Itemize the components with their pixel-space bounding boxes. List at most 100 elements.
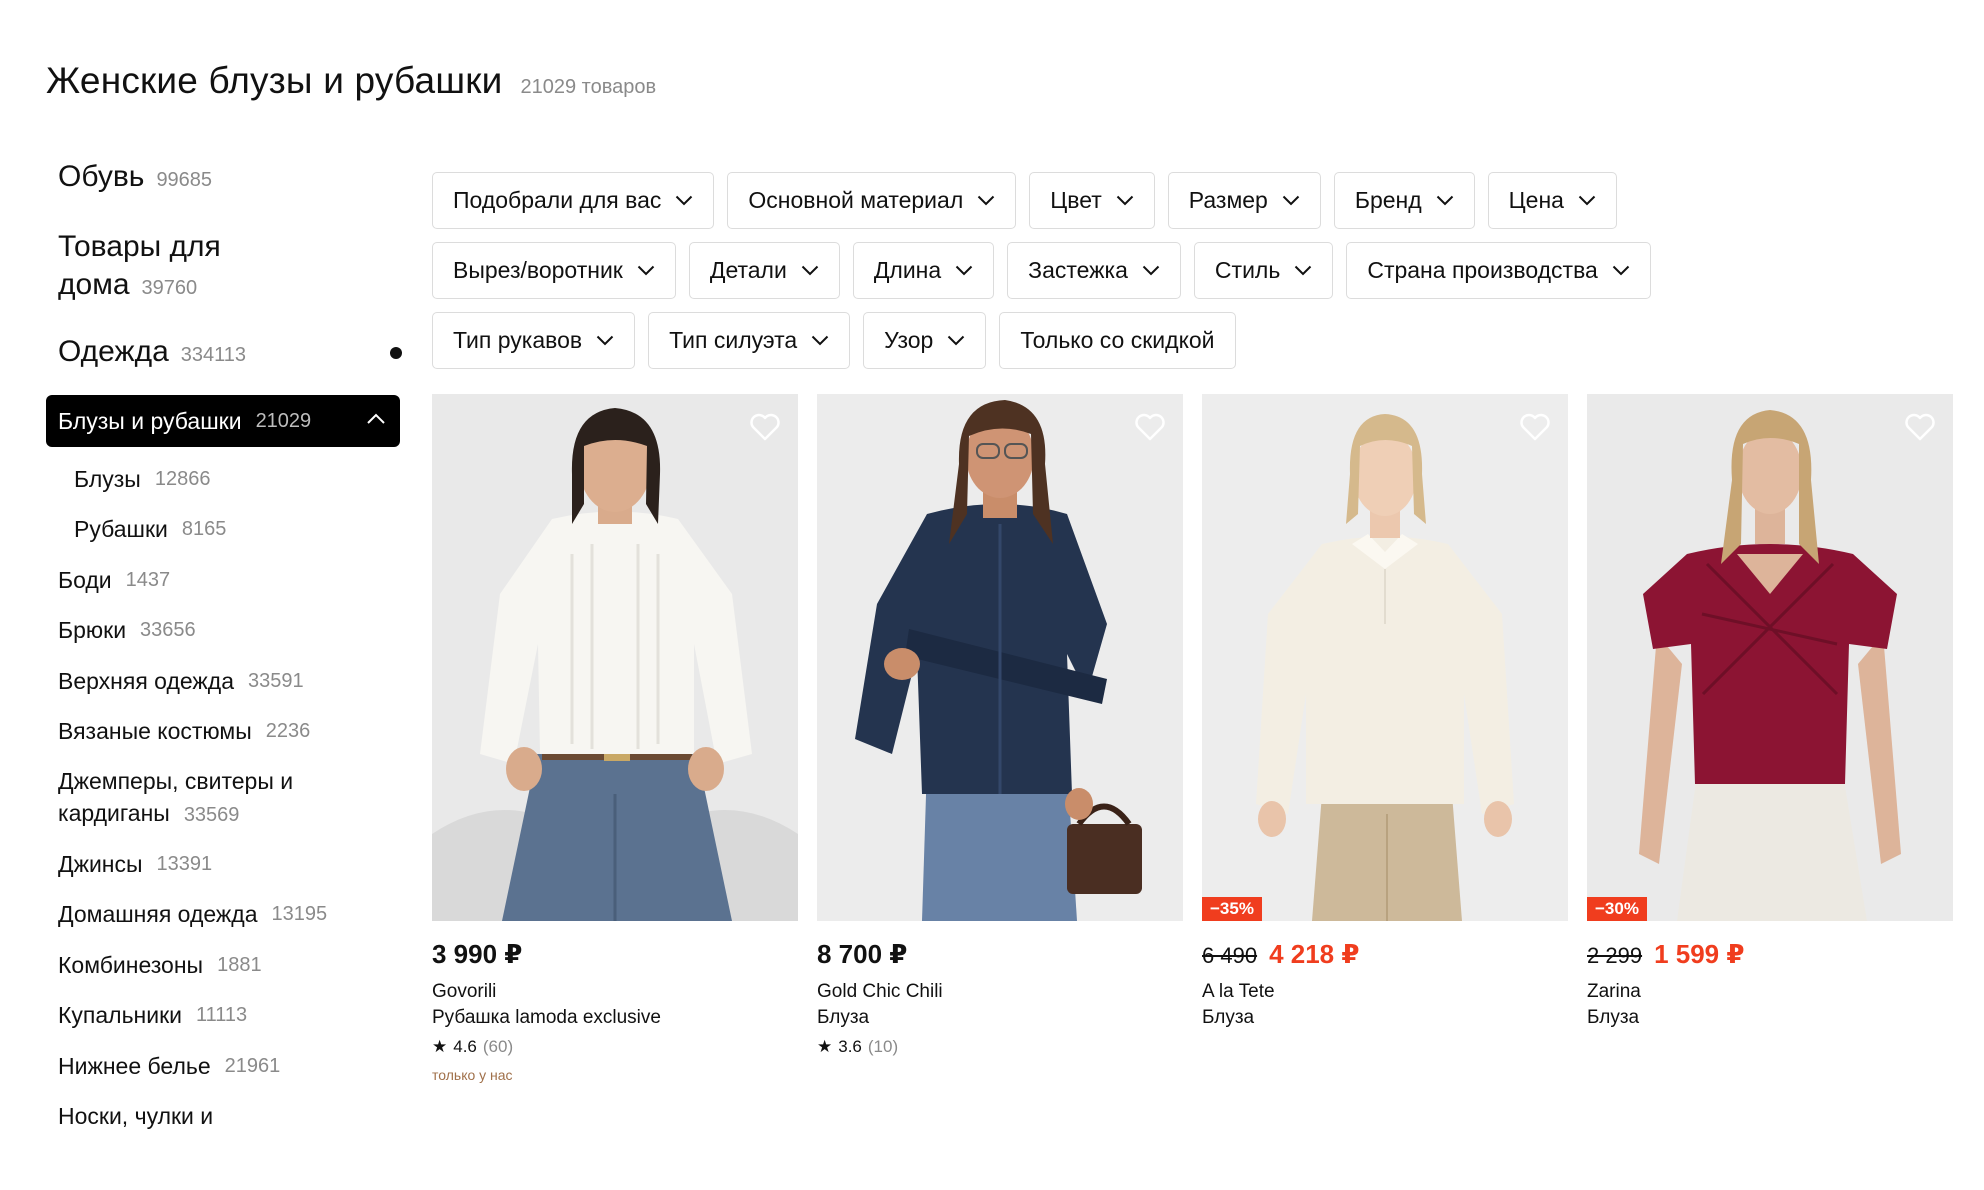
filter-silhouette[interactable]: Тип силуэта <box>648 312 851 369</box>
rating-value: 4.6 <box>453 1037 477 1056</box>
category-label: Обувь <box>58 160 145 193</box>
filter-discount-only[interactable]: Только со скидкой <box>999 312 1236 369</box>
category-label: Купальники <box>58 1002 183 1029</box>
category-label: Джемперы, свитеры и кардиганы <box>58 768 294 826</box>
favorite-heart-icon[interactable] <box>748 410 782 444</box>
product-image[interactable] <box>432 394 798 921</box>
product-type: Блуза <box>1202 1007 1255 1028</box>
filter-sleeve-type[interactable]: Тип рукавов <box>432 312 636 369</box>
sidebar-item-homewear[interactable]: Домашняя одежда 13195 <box>46 890 402 941</box>
sidebar-item-swimwear[interactable]: Купальники 11113 <box>46 991 402 1042</box>
category-clothes[interactable]: Одежда 334113 <box>58 333 402 374</box>
price: 8 700 ₽ <box>817 939 908 969</box>
filter-fastener[interactable]: Застежка <box>1007 242 1181 299</box>
category-label: Комбинезоны <box>58 951 204 978</box>
filter-label: Цена <box>1508 187 1564 213</box>
filter-recommended[interactable]: Подобрали для вас <box>432 172 715 229</box>
filter-label: Подобрали для вас <box>453 187 662 213</box>
category-label: Джинсы <box>58 850 143 877</box>
sidebar-item-knit-suits[interactable]: Вязаные костюмы 2236 <box>46 707 402 758</box>
filter-size[interactable]: Размер <box>1167 172 1321 229</box>
category-label: Верхняя одежда <box>58 667 235 694</box>
category-count: 334113 <box>180 344 247 366</box>
filter-material[interactable]: Основной материал <box>727 172 1017 229</box>
product-count: 21029 товаров <box>520 76 657 98</box>
chevron-down-icon <box>948 335 965 346</box>
active-indicator-dot <box>390 347 402 359</box>
product-type: Рубашка lamoda exclusive <box>432 1007 661 1028</box>
brand-name: Zarina <box>1587 981 1641 1002</box>
product-card[interactable]: 3 990 ₽ Govorili Рубашка lamoda exclusiv… <box>432 394 798 1083</box>
rating: ★ 3.6 (10) <box>817 1037 1183 1057</box>
filter-label: Только со скидкой <box>1020 327 1215 353</box>
discount-badge: −30% <box>1587 897 1647 921</box>
product-type: Блуза <box>1587 1007 1640 1028</box>
sidebar-item-jumpers[interactable]: Джемперы, свитеры и кардиганы 33569 <box>46 757 402 839</box>
filter-length[interactable]: Длина <box>852 242 995 299</box>
sale-price: 1 599 ₽ <box>1654 939 1745 969</box>
category-count: 2236 <box>265 720 311 743</box>
brand-name: Govorili <box>432 981 497 1002</box>
product-card[interactable]: −30% 2 299 1 599 ₽ Zarina Блуза <box>1587 394 1953 1083</box>
filter-label: Длина <box>873 257 942 283</box>
category-label: Боди <box>58 566 112 593</box>
chevron-down-icon <box>1116 195 1134 206</box>
chevron-down-icon <box>978 195 995 206</box>
product-image[interactable]: −35% <box>1202 394 1568 921</box>
filter-label: Страна производства <box>1367 257 1598 283</box>
category-count: 13195 <box>271 903 328 926</box>
sidebar-item-outerwear[interactable]: Верхняя одежда 33591 <box>46 656 402 707</box>
filter-country[interactable]: Страна производства <box>1346 242 1651 299</box>
filter-row: Вырез/воротник Детали Длина Застежка Сти… <box>432 242 1952 299</box>
product-image[interactable] <box>817 394 1183 921</box>
page-header: Женские блузы и рубашки 21029 товаров <box>46 60 656 102</box>
category-label: Брюки <box>58 617 127 644</box>
filter-label: Стиль <box>1214 257 1281 283</box>
star-icon: ★ <box>432 1037 448 1056</box>
filter-price[interactable]: Цена <box>1487 172 1617 229</box>
product-photo-burgundy-top <box>1587 394 1953 921</box>
filter-label: Основной материал <box>748 187 964 213</box>
favorite-heart-icon[interactable] <box>1518 410 1552 444</box>
review-count: (10) <box>867 1037 899 1056</box>
category-blouses-shirts-active[interactable]: Блузы и рубашки 21029 <box>46 395 400 447</box>
sidebar-item-socks[interactable]: Носки, чулки и <box>46 1092 402 1143</box>
favorite-heart-icon[interactable] <box>1903 410 1937 444</box>
favorite-heart-icon[interactable] <box>1133 410 1167 444</box>
filter-neckline[interactable]: Вырез/воротник <box>432 242 676 299</box>
product-image[interactable]: −30% <box>1587 394 1953 921</box>
sidebar-item-jeans[interactable]: Джинсы 13391 <box>46 839 402 890</box>
price-row: 6 490 4 218 ₽ <box>1202 939 1568 969</box>
chevron-down-icon <box>955 265 973 276</box>
category-label: Одежда <box>58 335 169 368</box>
price-row: 8 700 ₽ <box>817 939 1183 969</box>
category-count: 8165 <box>181 518 227 541</box>
category-label: Рубашки <box>74 516 168 543</box>
category-shoes[interactable]: Обувь 99685 <box>58 158 212 199</box>
filter-bar: Подобрали для вас Основной материал Цвет… <box>432 172 1952 382</box>
product-card[interactable]: −35% 6 490 4 218 ₽ A la Tete Блуза <box>1202 394 1568 1083</box>
filter-pattern[interactable]: Узор <box>863 312 987 369</box>
sidebar-item-underwear[interactable]: Нижнее белье 21961 <box>46 1041 402 1092</box>
chevron-down-icon <box>1142 265 1160 276</box>
filter-details[interactable]: Детали <box>688 242 840 299</box>
sidebar-item-shirts[interactable]: Рубашки 8165 <box>46 505 402 556</box>
category-label: Домашняя одежда <box>58 901 258 928</box>
sidebar-item-blouses[interactable]: Блузы 12866 <box>46 454 402 505</box>
filter-style[interactable]: Стиль <box>1193 242 1334 299</box>
product-card[interactable]: 8 700 ₽ Gold Chic Chili Блуза ★ 3.6 (10) <box>817 394 1183 1083</box>
filter-label: Тип силуэта <box>669 327 798 353</box>
old-price: 6 490 <box>1202 943 1258 968</box>
category-home[interactable]: Товары для дома 39760 <box>58 228 318 307</box>
old-price: 2 299 <box>1587 943 1643 968</box>
category-label: Носки, чулки и <box>58 1103 214 1130</box>
filter-color[interactable]: Цвет <box>1029 172 1155 229</box>
sidebar-item-bodysuits[interactable]: Боди 1437 <box>46 555 402 606</box>
category-label: Блузы <box>74 465 141 492</box>
chevron-up-icon[interactable] <box>366 413 386 425</box>
category-count: 11113 <box>196 1004 248 1027</box>
filter-brand[interactable]: Бренд <box>1333 172 1475 229</box>
filter-label: Бренд <box>1354 187 1422 213</box>
sidebar-item-trousers[interactable]: Брюки 33656 <box>46 606 402 657</box>
sidebar-item-jumpsuits[interactable]: Комбинезоны 1881 <box>46 940 402 991</box>
